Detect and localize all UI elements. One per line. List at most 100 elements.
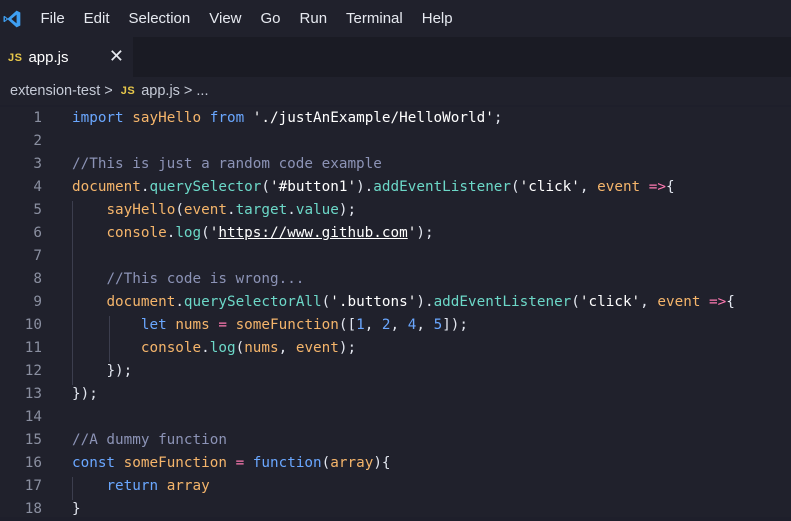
line-number: 2 <box>33 133 42 149</box>
chevron-right-icon: > <box>104 83 113 99</box>
breadcrumb-file[interactable]: app.js <box>141 83 180 99</box>
js-file-icon: JS <box>8 51 23 64</box>
code-token: const <box>72 455 116 471</box>
tab-app-js[interactable]: JS app.js ✕ <box>0 37 133 77</box>
menu-edit[interactable]: Edit <box>74 0 119 37</box>
code-token: console <box>140 340 202 356</box>
breadcrumb-folder[interactable]: extension-test <box>10 83 100 99</box>
code-token: nums <box>244 340 279 356</box>
menu-bar: File Edit Selection View Go Run Terminal… <box>0 0 791 37</box>
code-text: const someFunction = function(array){ <box>72 452 391 475</box>
menu-help[interactable]: Help <box>412 0 462 37</box>
code-token: querySelectorAll <box>183 294 322 310</box>
code-line[interactable]: 3 //This is just a random code example <box>0 153 791 176</box>
code-line[interactable]: 11 console.log(nums, event); <box>0 337 791 360</box>
code-token: 2 <box>381 317 391 333</box>
code-text: }); <box>72 383 98 406</box>
code-line[interactable]: 17 return array <box>0 475 791 498</box>
code-token: => <box>648 179 666 195</box>
code-token: //This is just a random code example <box>72 156 382 172</box>
code-token: ( <box>321 294 331 310</box>
code-token: //A dummy function <box>72 432 227 448</box>
vscode-logo-icon[interactable] <box>0 7 24 31</box>
code-text: //This code is wrong... <box>72 268 304 291</box>
code-token: ); <box>416 225 434 241</box>
code-token: import <box>72 110 124 126</box>
menu-go[interactable]: Go <box>251 0 290 37</box>
code-line[interactable]: 13}); <box>0 383 791 406</box>
code-line[interactable]: 1 import sayHello from './justAnExample/H… <box>0 107 791 130</box>
code-line[interactable]: 15 //A dummy function <box>0 429 791 452</box>
code-token: querySelector <box>149 179 262 195</box>
code-line[interactable]: 2 <box>0 130 791 153</box>
line-number: 7 <box>33 248 42 264</box>
code-line[interactable]: 12 }); <box>0 360 791 383</box>
close-icon[interactable]: ✕ <box>109 46 124 67</box>
code-token: console <box>106 225 167 241</box>
code-token: function <box>252 455 322 471</box>
code-text: sayHello(event.target.value); <box>72 199 356 222</box>
code-token: ( <box>261 179 270 195</box>
menu-terminal[interactable]: Terminal <box>337 0 413 37</box>
line-number: 10 <box>24 317 42 333</box>
code-token: ( <box>321 455 331 471</box>
code-token: return <box>106 478 159 494</box>
menu-run[interactable]: Run <box>290 0 337 37</box>
code-token: , <box>278 340 296 356</box>
line-number: 5 <box>33 202 42 218</box>
code-token: document <box>106 294 176 310</box>
line-number: 3 <box>33 156 42 172</box>
code-token: array <box>330 455 374 471</box>
code-token: addEventListener <box>373 179 512 195</box>
code-token: = <box>235 455 245 471</box>
code-line[interactable]: 6 console.log('https://www.github.com'); <box>0 222 791 245</box>
code-line[interactable]: 4 document.querySelector('#button1').addE… <box>0 176 791 199</box>
code-line[interactable]: 16 const someFunction = function(array){ <box>0 452 791 475</box>
code-token: { <box>666 179 675 195</box>
js-file-icon: JS <box>120 85 136 97</box>
code-token: '.buttons' <box>330 294 417 310</box>
code-text: }); <box>72 360 132 383</box>
code-token: }); <box>72 386 98 402</box>
code-token[interactable]: https://www.github.com <box>218 225 407 241</box>
code-line[interactable]: 9 document.querySelectorAll('.buttons').… <box>0 291 791 314</box>
menu-view[interactable]: View <box>200 0 251 37</box>
menu-selection[interactable]: Selection <box>119 0 200 37</box>
code-token: => <box>709 294 727 310</box>
code-token: ( <box>175 202 184 218</box>
code-line[interactable]: 5 sayHello(event.target.value); <box>0 199 791 222</box>
code-line[interactable]: 14 <box>0 406 791 429</box>
code-token: 'click' <box>579 294 641 310</box>
code-token: 1 <box>356 317 365 333</box>
line-number: 6 <box>33 225 42 241</box>
code-token: event <box>657 294 701 310</box>
line-number: 12 <box>24 363 42 379</box>
breadcrumb-ellipsis[interactable]: ... <box>196 83 208 99</box>
code-text: return array <box>72 475 209 498</box>
code-token: ){ <box>373 455 391 471</box>
code-token: let <box>140 317 167 333</box>
code-token: ([ <box>338 317 357 333</box>
code-line[interactable]: 10 let nums = someFunction([1, 2, 4, 5])… <box>0 314 791 337</box>
tab-bar: JS app.js ✕ <box>0 37 791 77</box>
code-token: event <box>295 340 339 356</box>
code-line[interactable]: 7 <box>0 245 791 268</box>
code-editor[interactable]: 1 import sayHello from './justAnExample/H… <box>0 107 791 517</box>
code-token: event <box>597 179 641 195</box>
code-text: import sayHello from './justAnExample/He… <box>72 107 502 130</box>
breadcrumb: extension-test > JS app.js > ... <box>0 77 791 105</box>
code-token: ( <box>571 294 580 310</box>
menu-file[interactable]: File <box>31 0 74 37</box>
code-line[interactable]: 8 //This code is wrong... <box>0 268 791 291</box>
code-line[interactable]: 18} <box>0 498 791 521</box>
line-number: 14 <box>24 409 42 425</box>
line-number: 17 <box>24 478 42 494</box>
